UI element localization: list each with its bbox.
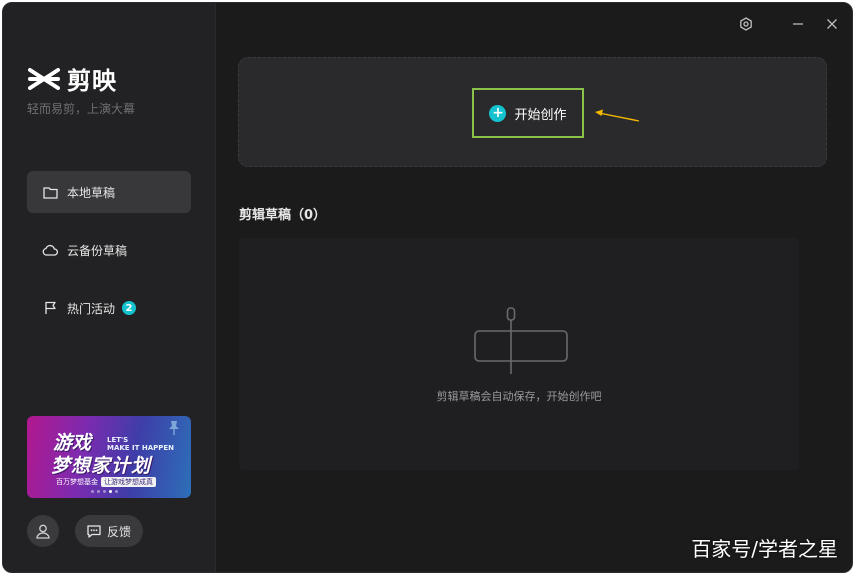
- user-icon: [36, 524, 50, 539]
- cloud-icon: [42, 242, 58, 258]
- pin-icon: [167, 420, 181, 440]
- banner-footer: 百万梦想基金 让游戏梦想成真: [53, 477, 156, 487]
- close-button[interactable]: [823, 15, 841, 33]
- capcut-logo-icon: [28, 67, 60, 90]
- sidebar-item-label: 热门活动: [67, 301, 116, 316]
- sidebar-item-local-drafts[interactable]: 本地草稿: [27, 171, 191, 213]
- drafts-section-title: 剪辑草稿（0）: [239, 208, 327, 223]
- promo-banner[interactable]: 游戏 LET'S MAKE IT HAPPEN 梦想家计划 百万梦想基金 让游戏…: [27, 416, 191, 498]
- app-logo: 剪映: [27, 61, 117, 96]
- banner-title-line2: 梦想家计划: [51, 455, 152, 477]
- settings-button[interactable]: [737, 15, 755, 33]
- drafts-empty-state: 剪辑草稿会自动保存，开始创作吧: [239, 238, 799, 470]
- banner-pagination[interactable]: [91, 490, 118, 493]
- sidebar-item-label: 本地草稿: [67, 185, 116, 200]
- sidebar-item-label: 云备份草稿: [67, 243, 128, 258]
- sidebar: 剪映 轻而易剪，上演大幕 本地草稿 云备份草稿 热门活动 2 游戏 LET'S …: [3, 3, 216, 572]
- feedback-label: 反馈: [106, 524, 131, 539]
- close-icon: [827, 19, 837, 29]
- app-name: 剪映: [67, 67, 117, 95]
- sidebar-item-cloud-drafts[interactable]: 云备份草稿: [27, 229, 191, 271]
- flag-icon: [42, 300, 58, 316]
- empty-drafts-text: 剪辑草稿会自动保存，开始创作吧: [436, 390, 602, 403]
- app-slogan: 轻而易剪，上演大幕: [27, 102, 136, 116]
- minimize-button[interactable]: [789, 15, 807, 33]
- message-icon: [87, 524, 101, 538]
- watermark-text: 百家号/学者之星: [691, 537, 838, 561]
- notification-badge: 2: [122, 301, 137, 315]
- annotation-arrow-icon: [595, 109, 640, 122]
- app-window: 剪映 轻而易剪，上演大幕 本地草稿 云备份草稿 热门活动 2 游戏 LET'S …: [2, 2, 853, 573]
- empty-drafts-illustration-icon: [474, 307, 568, 374]
- sidebar-item-hot-events[interactable]: 热门活动 2: [27, 287, 191, 329]
- banner-english-text: LET'S MAKE IT HAPPEN: [107, 436, 175, 452]
- minimize-icon: [793, 23, 803, 25]
- start-creating-label: 开始创作: [514, 107, 567, 123]
- folder-icon: [42, 184, 58, 200]
- settings-icon: [740, 17, 752, 31]
- feedback-button[interactable]: 反馈: [75, 515, 143, 547]
- start-creating-button[interactable]: + 开始创作: [472, 88, 584, 138]
- user-avatar[interactable]: [27, 515, 59, 547]
- plus-icon: +: [489, 104, 507, 122]
